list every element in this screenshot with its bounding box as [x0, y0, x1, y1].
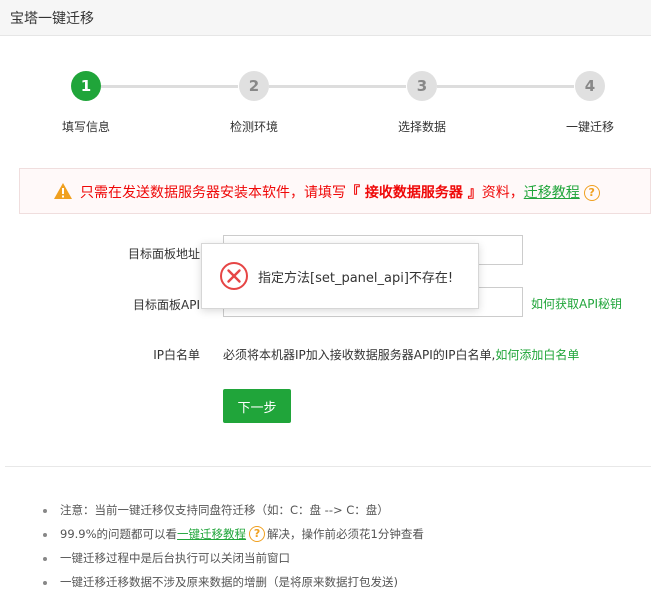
note-item: 一键迁移过程中是后台执行可以关闭当前窗口: [38, 548, 424, 572]
panel-address-label: 目标面板地址: [127, 247, 200, 261]
alert-highlight: 『 接收数据服务器 』: [346, 185, 482, 201]
help-icon[interactable]: ?: [249, 526, 266, 542]
note-item: 注意：当前一键迁移仅支持同盘符迁移（如：C：盘 --> C：盘）: [38, 500, 424, 524]
warning-alert: 只需在发送数据服务器安装本软件，请填写『 接收数据服务器 』资料，迁移教程?: [19, 168, 651, 214]
step-2-circle: 2: [239, 71, 269, 101]
step-1-label: 填写信息: [62, 120, 111, 134]
ip-whitelist-hint-text: 必须将本机器IP加入接收数据服务器API的IP白名单,: [223, 348, 496, 362]
panel-api-label: 目标面板API: [133, 298, 200, 312]
ip-whitelist-label: IP白名单: [153, 348, 200, 362]
get-api-key-link[interactable]: 如何获取API秘钥: [531, 295, 622, 312]
step-2-label: 检测环境: [230, 120, 279, 134]
step-4-circle: 4: [575, 71, 605, 101]
window-titlebar: 宝塔一键迁移: [0, 0, 651, 36]
step-connector: [101, 85, 238, 88]
step-4-label: 一键迁移: [566, 120, 615, 134]
alert-prefix: 只需在发送数据服务器安装本软件，请填写: [80, 185, 346, 201]
migration-tutorial-link[interactable]: 迁移教程: [524, 185, 580, 201]
migration-guide-link[interactable]: 一键迁移教程: [177, 527, 246, 541]
error-toast: 指定方法[set_panel_api]不存在!: [201, 243, 479, 309]
next-step-button[interactable]: 下一步: [223, 389, 291, 423]
step-connector: [437, 85, 574, 88]
step-3-label: 选择数据: [398, 120, 447, 134]
warning-icon: [54, 183, 72, 199]
error-message: 指定方法[set_panel_api]不存在!: [258, 271, 454, 286]
note-item: 99.9%的问题都可以看一键迁移教程? 解决，操作前必须花1分钟查看: [38, 524, 424, 548]
step-1-circle: 1: [71, 71, 101, 101]
note-item: 一键迁移迁移数据不涉及原来数据的增删（是将原来数据打包发送): [38, 572, 424, 596]
alert-suffix: 资料，: [481, 185, 524, 201]
divider: [5, 466, 651, 467]
add-whitelist-link[interactable]: 如何添加白名单: [495, 348, 579, 362]
step-3-circle: 3: [407, 71, 437, 101]
ip-whitelist-hint: 必须将本机器IP加入接收数据服务器API的IP白名单,如何添加白名单: [223, 346, 579, 363]
error-x-icon: [220, 262, 248, 290]
step-connector: [269, 85, 406, 88]
note-text: 解决，操作前必须花1分钟查看: [267, 527, 424, 541]
step-progress: 1 2 3 4 填写信息 检测环境 选择数据 一键迁移: [0, 70, 651, 140]
window-title: 宝塔一键迁移: [10, 11, 94, 27]
help-icon[interactable]: ?: [583, 185, 600, 201]
notes-list: 注意：当前一键迁移仅支持同盘符迁移（如：C：盘 --> C：盘） 99.9%的问…: [38, 500, 424, 596]
note-text: 99.9%的问题都可以看: [60, 527, 178, 541]
alert-text: 只需在发送数据服务器安装本软件，请填写『 接收数据服务器 』资料，迁移教程?: [80, 182, 600, 202]
